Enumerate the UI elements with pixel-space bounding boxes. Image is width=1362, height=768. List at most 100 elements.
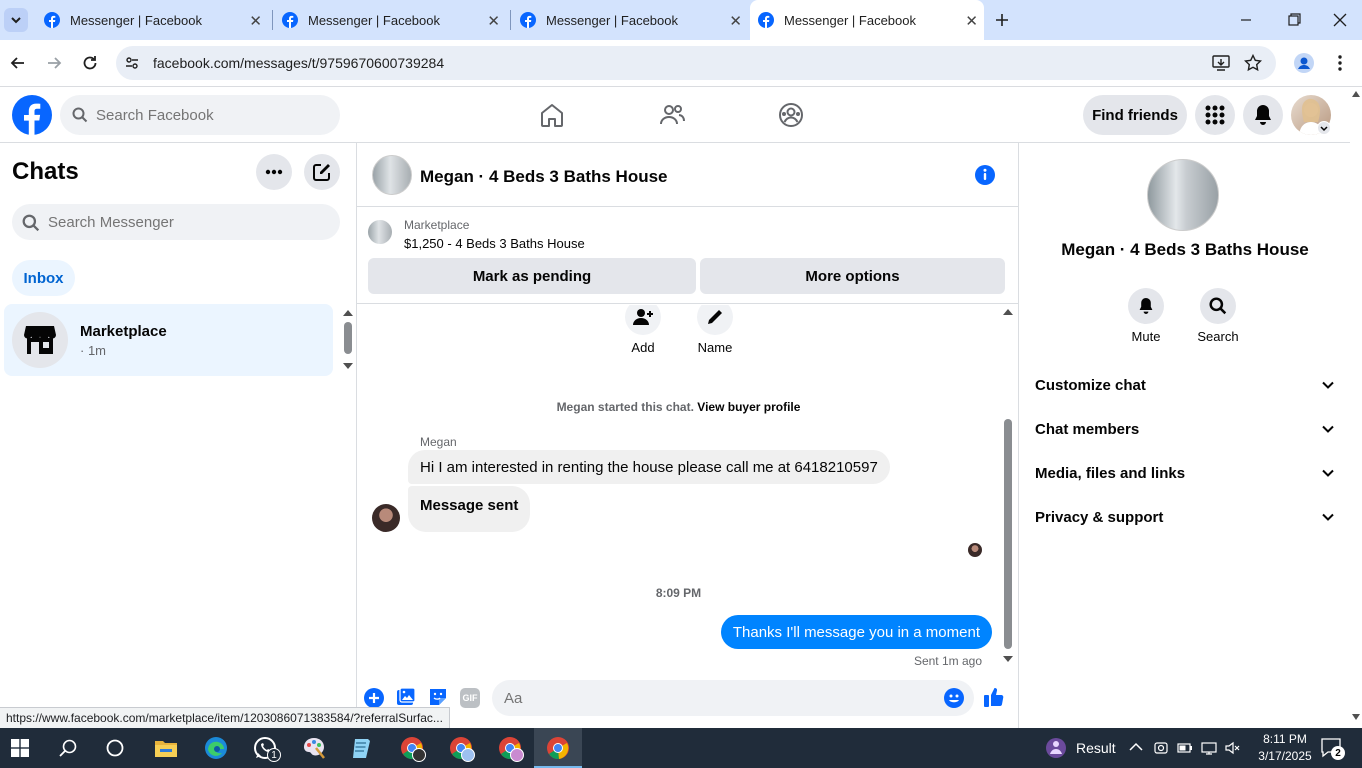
start-button[interactable]: [11, 739, 29, 757]
sticker-button[interactable]: [428, 687, 448, 707]
mark-as-pending-button[interactable]: Mark as pending: [368, 258, 696, 294]
result-widget[interactable]: Result: [1044, 736, 1116, 760]
inbox-tab[interactable]: Inbox: [12, 260, 75, 296]
listing-title[interactable]: $1,250 - 4 Beds 3 Baths House: [404, 236, 585, 251]
privacy-support-section[interactable]: Privacy & support: [1035, 495, 1335, 539]
browser-tab[interactable]: Messenger | Facebook ✕: [512, 0, 748, 40]
scroll-up-icon[interactable]: [343, 310, 353, 316]
like-button[interactable]: [983, 686, 1005, 708]
profile-photo[interactable]: [1147, 159, 1219, 231]
conversation-avatar[interactable]: [372, 155, 412, 195]
home-nav[interactable]: [538, 101, 566, 129]
tray-icon[interactable]: [1177, 740, 1193, 756]
account-chevron[interactable]: [1317, 121, 1331, 135]
close-window-button[interactable]: [1326, 10, 1354, 30]
listing-thumbnail[interactable]: [368, 220, 392, 244]
messenger-search-input[interactable]: [48, 204, 328, 240]
close-tab-icon[interactable]: ✕: [487, 12, 500, 30]
bookmark-star-icon[interactable]: [1244, 54, 1262, 72]
conversation-title[interactable]: Megan · 4 Beds 3 Baths House: [420, 167, 668, 187]
browser-menu-icon[interactable]: [1332, 53, 1348, 73]
browser-tab[interactable]: Messenger | Facebook ✕: [36, 0, 268, 40]
search-icon: [1209, 297, 1227, 315]
groups-nav[interactable]: [777, 101, 805, 129]
edge-app[interactable]: [204, 736, 228, 760]
task-view-button[interactable]: [106, 739, 124, 757]
taskbar-search-button[interactable]: [59, 739, 77, 757]
address-bar[interactable]: facebook.com/messages/t/9759670600739284: [116, 46, 1276, 80]
media-files-links-section[interactable]: Media, files and links: [1035, 451, 1335, 495]
chrome-app[interactable]: [498, 736, 524, 762]
forward-button[interactable]: [44, 53, 64, 73]
chrome-app[interactable]: [400, 736, 426, 762]
gif-button[interactable]: GIF: [460, 688, 480, 708]
file-explorer-app[interactable]: [154, 737, 178, 759]
browser-tab[interactable]: Messenger | Facebook ✕: [274, 0, 506, 40]
scroll-up-icon[interactable]: [1352, 91, 1360, 97]
chat-members-section[interactable]: Chat members: [1035, 407, 1335, 451]
scroll-thumb[interactable]: [344, 322, 352, 354]
messenger-search[interactable]: [12, 204, 340, 240]
chat-list-scrollbar[interactable]: [341, 306, 355, 372]
close-tab-icon[interactable]: ✕: [729, 12, 742, 30]
tab-search-button[interactable]: [4, 8, 28, 32]
browser-tab-active[interactable]: Messenger | Facebook ✕: [750, 0, 984, 40]
customize-chat-section[interactable]: Customize chat: [1035, 363, 1335, 407]
outgoing-message[interactable]: Thanks I'll message you in a moment: [720, 615, 992, 649]
sender-avatar[interactable]: [372, 504, 400, 532]
scroll-up-icon[interactable]: [1003, 309, 1013, 315]
new-tab-button[interactable]: [990, 8, 1014, 32]
notifications-center-button[interactable]: 2: [1321, 738, 1345, 760]
messages-scrollbar[interactable]: [1002, 307, 1014, 667]
notepad-app[interactable]: [350, 736, 374, 760]
attach-photo-button[interactable]: [396, 687, 416, 707]
mute-button[interactable]: [1128, 288, 1164, 324]
more-actions-button[interactable]: [364, 688, 384, 708]
emoji-button[interactable]: [944, 688, 964, 708]
name-chat-button[interactable]: [697, 305, 733, 335]
search-conversation-button[interactable]: [1200, 288, 1236, 324]
url-text[interactable]: facebook.com/messages/t/9759670600739284: [153, 55, 444, 71]
reload-button[interactable]: [80, 53, 100, 73]
more-options-button[interactable]: More options: [700, 258, 1005, 294]
scroll-down-icon[interactable]: [1003, 656, 1013, 662]
paint-app[interactable]: [302, 736, 326, 760]
chrome-app[interactable]: [449, 736, 475, 762]
conversation-info-button[interactable]: [974, 164, 996, 186]
tray-icon[interactable]: [1153, 740, 1169, 756]
minimize-button[interactable]: [1232, 12, 1260, 28]
close-tab-icon[interactable]: ✕: [249, 12, 262, 30]
menu-button[interactable]: [1195, 95, 1235, 135]
page-scrollbar[interactable]: [1350, 87, 1362, 728]
scroll-down-icon[interactable]: [1352, 714, 1360, 720]
back-button[interactable]: [8, 53, 28, 73]
site-info-icon[interactable]: [124, 55, 140, 71]
facebook-search-input[interactable]: [96, 95, 326, 135]
chat-list-item[interactable]: Marketplace · 1m: [4, 304, 333, 376]
install-app-icon[interactable]: [1212, 54, 1230, 72]
add-people-button[interactable]: [625, 305, 661, 335]
friends-nav[interactable]: [658, 101, 686, 129]
profile-avatar-icon[interactable]: [1294, 53, 1314, 73]
message-input-box[interactable]: [492, 680, 974, 716]
restore-button[interactable]: [1280, 10, 1308, 30]
facebook-search[interactable]: [60, 95, 340, 135]
find-friends-button[interactable]: Find friends: [1083, 95, 1187, 135]
scroll-thumb[interactable]: [1004, 419, 1012, 649]
scroll-down-icon[interactable]: [343, 363, 353, 369]
chats-options-button[interactable]: [256, 154, 292, 190]
tray-icon[interactable]: [1225, 740, 1241, 756]
new-message-button[interactable]: [304, 154, 340, 190]
tray-overflow-button[interactable]: [1129, 742, 1143, 752]
whatsapp-app[interactable]: 1: [253, 736, 281, 762]
notifications-button[interactable]: [1243, 95, 1283, 135]
view-buyer-profile-link[interactable]: View buyer profile: [697, 400, 800, 414]
message-input[interactable]: [504, 680, 924, 716]
facebook-logo[interactable]: [12, 95, 52, 135]
close-tab-icon[interactable]: ✕: [965, 12, 978, 30]
clock[interactable]: 8:11 PM 3/17/2025: [1250, 731, 1320, 765]
chrome-app-active[interactable]: [534, 728, 582, 768]
incoming-message[interactable]: Hi I am interested in renting the house …: [408, 450, 890, 484]
incoming-message[interactable]: Message sent: [408, 486, 531, 532]
tray-icon[interactable]: [1201, 740, 1217, 756]
